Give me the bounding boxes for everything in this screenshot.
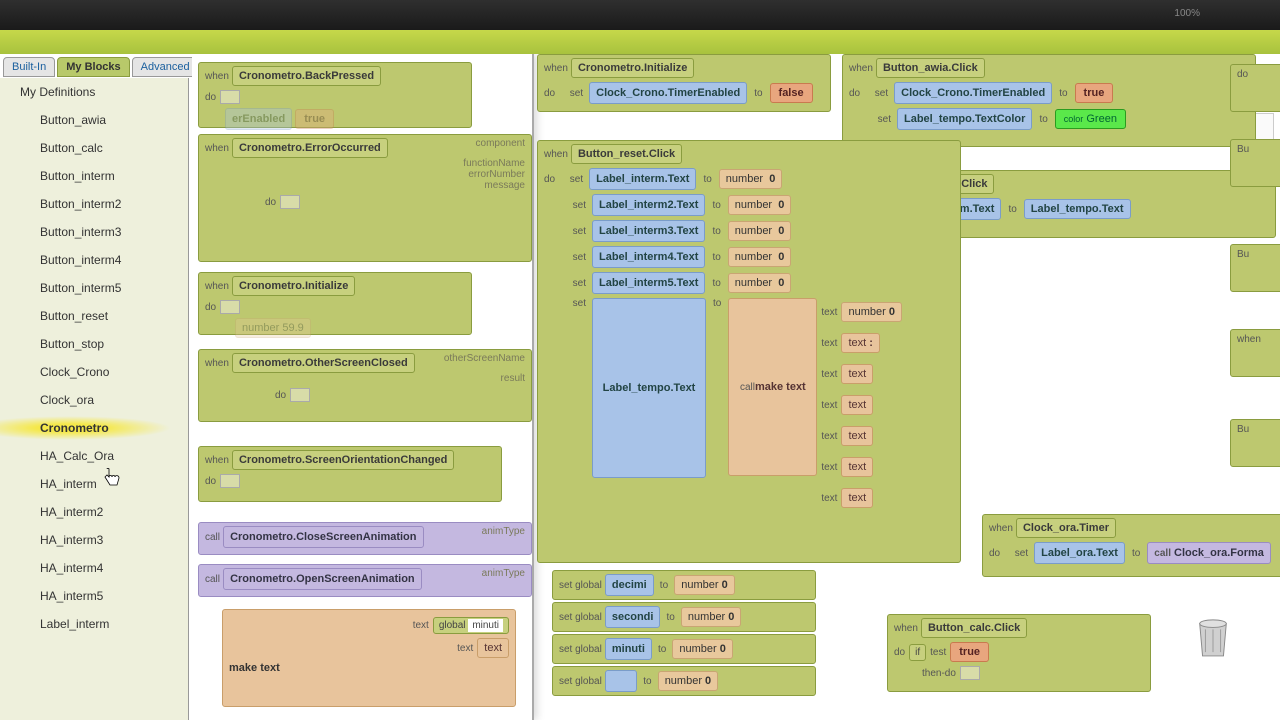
block-flyout: when Cronometro.BackPressed do erEnabled… (192, 54, 534, 720)
sidebar-item[interactable]: HA_Calc_Ora (0, 442, 188, 470)
sidebar-item-mydefs[interactable]: My Definitions (0, 78, 188, 106)
event-clock-ora[interactable]: when Clock_ora.Timer do set Label_ora.Te… (982, 514, 1280, 577)
event-cronometro-init[interactable]: when Cronometro.Initialize do set Clock_… (537, 54, 831, 112)
sidebar-item[interactable]: Button_awia (0, 106, 188, 134)
event-initialize[interactable]: when Cronometro.Initialize do number 59.… (198, 272, 472, 335)
sidebar-item[interactable]: Button_interm5 (0, 274, 188, 302)
zoom-label: 100% (1174, 8, 1200, 19)
component-sidebar: My Definitions Button_awia Button_calc B… (0, 78, 189, 720)
sidebar-item[interactable]: Label_interm (0, 610, 188, 638)
setglobal-extra[interactable]: set global to number 0 (552, 666, 816, 696)
event-stub[interactable]: do (1230, 64, 1280, 112)
sidebar-item[interactable]: Button_interm (0, 162, 188, 190)
tab-builtin[interactable]: Built-In (3, 57, 55, 77)
call-openscreenanim[interactable]: call Cronometro.OpenScreenAnimation anim… (198, 564, 532, 597)
setglobal-secondi[interactable]: set global secondi to number 0 (552, 602, 816, 632)
event-backpressed[interactable]: when Cronometro.BackPressed do erEnabled… (198, 62, 472, 128)
tab-myblocks[interactable]: My Blocks (57, 57, 129, 77)
tab-advanced[interactable]: Advanced (132, 57, 199, 77)
blocks-canvas[interactable]: when Cronometro.BackPressed do erEnabled… (192, 54, 1280, 720)
sidebar-item[interactable]: HA_interm4 (0, 554, 188, 582)
event-stub[interactable]: Bu (1230, 139, 1280, 187)
event-button-reset[interactable]: when Button_reset.Click do set Label_int… (537, 140, 961, 563)
event-otherscreenclosed[interactable]: when Cronometro.OtherScreenClosedotherSc… (198, 349, 532, 422)
event-orientationchanged[interactable]: when Cronometro.ScreenOrientationChanged… (198, 446, 502, 502)
call-closescreenanim[interactable]: call Cronometro.CloseScreenAnimation ani… (198, 522, 532, 555)
event-button-calc[interactable]: when Button_calc.Click do if test true t… (887, 614, 1151, 692)
sidebar-item[interactable]: Button_interm3 (0, 218, 188, 246)
sidebar-item[interactable]: Button_calc (0, 134, 188, 162)
palette-tabs: Built-In My Blocks Advanced (3, 57, 199, 77)
event-stub[interactable]: when (1230, 329, 1280, 377)
sidebar-item[interactable]: Button_reset (0, 302, 188, 330)
event-button-avvia[interactable]: when Button_awia.Click do set Clock_Cron… (842, 54, 1256, 147)
sidebar-item-cronometro[interactable]: Cronometro (0, 414, 188, 442)
event-stub[interactable]: Bu (1230, 244, 1280, 292)
sidebar-item[interactable]: HA_interm5 (0, 582, 188, 610)
trash-icon[interactable] (1194, 612, 1232, 660)
sidebar-item[interactable]: Button_stop (0, 330, 188, 358)
sidebar-item[interactable]: HA_interm3 (0, 526, 188, 554)
maketext-preview[interactable]: text global minuti text text make text (222, 609, 516, 707)
event-stub[interactable]: Bu (1230, 419, 1280, 467)
sidebar-item[interactable]: HA_interm2 (0, 498, 188, 526)
sidebar-item[interactable]: Button_interm2 (0, 190, 188, 218)
event-erroroccurred[interactable]: when Cronometro.ErrorOccurredcomponent f… (198, 134, 532, 262)
sidebar-item[interactable]: Button_interm4 (0, 246, 188, 274)
sidebar-item[interactable]: HA_interm (0, 470, 188, 498)
sidebar-item[interactable]: Clock_Crono (0, 358, 188, 386)
setglobal-minuti[interactable]: set global minuti to number 0 (552, 634, 816, 664)
sidebar-item[interactable]: Clock_ora (0, 386, 188, 414)
setglobal-decimi[interactable]: set global decimi to number 0 (552, 570, 816, 600)
